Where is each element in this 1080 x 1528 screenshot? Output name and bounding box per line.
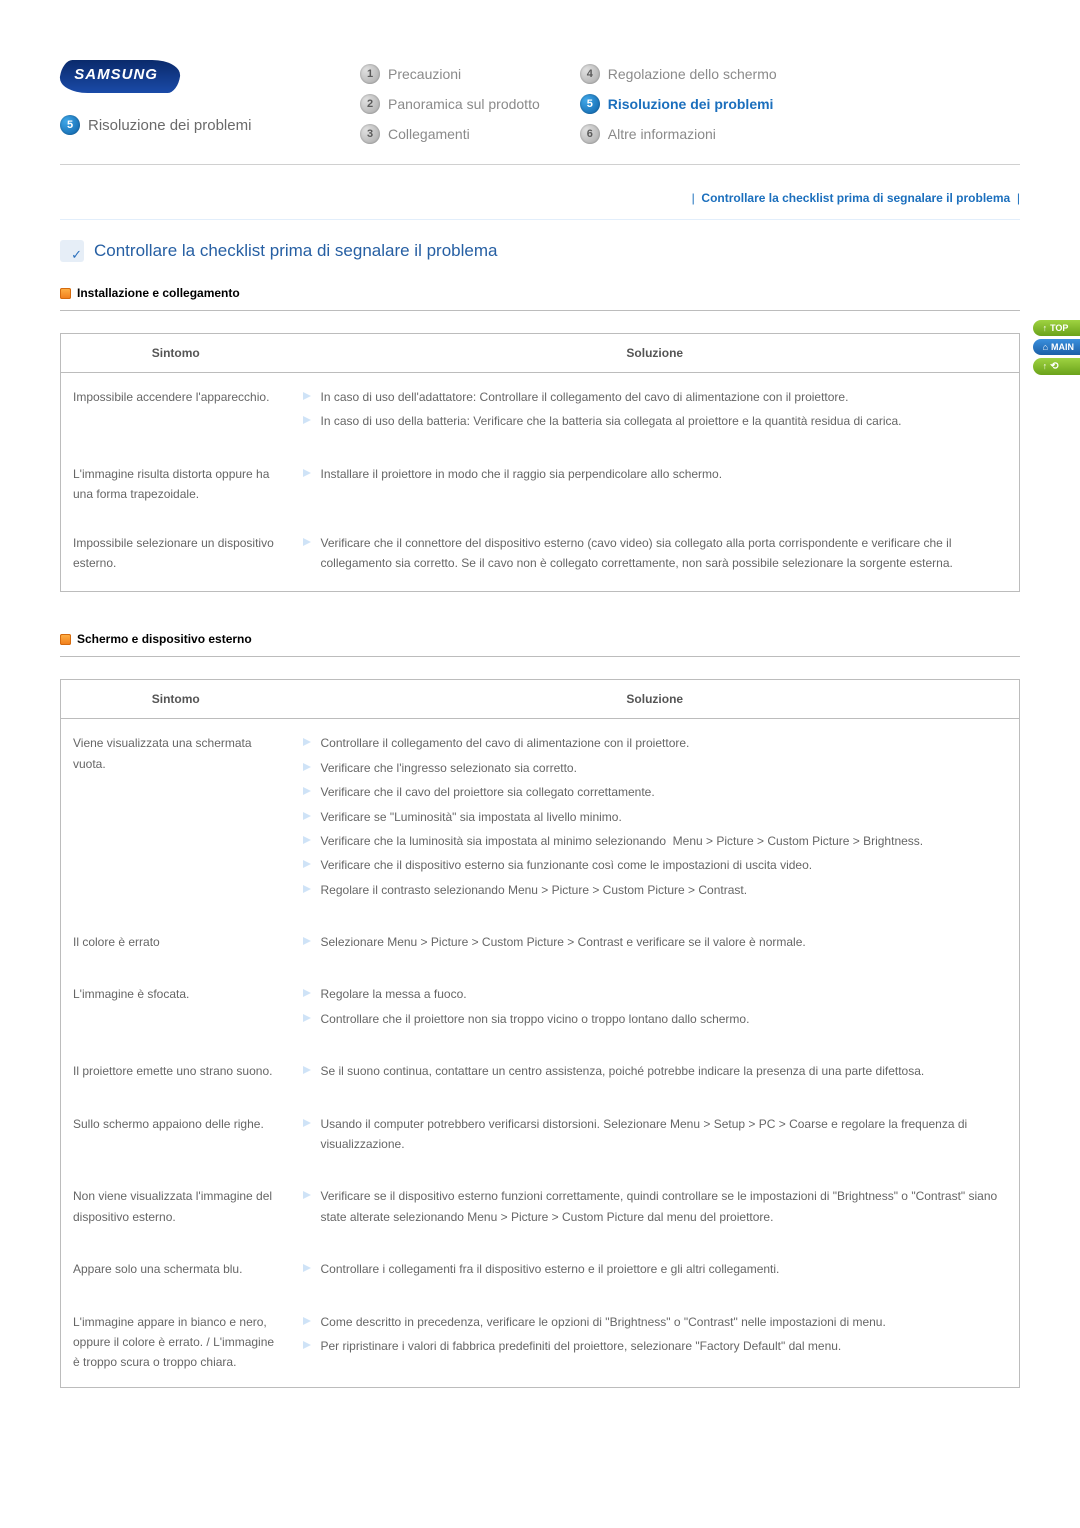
page-title-text: Risoluzione dei problemi xyxy=(88,117,251,134)
solution-cell: Controllare il collegamento del cavo di … xyxy=(291,719,1020,918)
troubleshoot-table: SintomoSoluzioneViene visualizzata una s… xyxy=(60,679,1020,1387)
nav-number-badge: 2 xyxy=(360,94,380,114)
table-row: L'immagine è sfocata.Regolare la messa a… xyxy=(61,970,1020,1047)
nav-number-badge: 5 xyxy=(580,94,600,114)
solution-item: Come descritto in precedenza, verificare… xyxy=(303,1312,1008,1332)
col-symptom: Sintomo xyxy=(61,680,291,719)
nav-item-label: Altre informazioni xyxy=(608,126,716,142)
col-solution: Soluzione xyxy=(291,680,1020,719)
col-symptom: Sintomo xyxy=(61,334,291,373)
solution-item: Verificare che il connettore del disposi… xyxy=(303,533,1008,574)
solution-item: Regolare la messa a fuoco. xyxy=(303,984,1008,1004)
solution-item: Verificare che il dispositivo esterno si… xyxy=(303,855,1008,875)
solution-cell: Come descritto in precedenza, verificare… xyxy=(291,1298,1020,1388)
solution-item: Controllare il collegamento del cavo di … xyxy=(303,733,1008,753)
nav-item-label: Regolazione dello schermo xyxy=(608,66,777,82)
bullet-icon xyxy=(60,634,71,645)
solution-cell: Verificare se il dispositivo esterno fun… xyxy=(291,1172,1020,1245)
table-row: L'immagine appare in bianco e nero, oppu… xyxy=(61,1298,1020,1388)
table-row: Il colore è errato Selezionare Menu > Pic… xyxy=(61,918,1020,970)
table-row: L'immagine risulta distorta oppure ha un… xyxy=(61,450,1020,519)
solution-cell: In caso di uso dell'adattatore: Controll… xyxy=(291,373,1020,450)
solution-item: Installare il proiettore in modo che il … xyxy=(303,464,1008,484)
nav-item-5[interactable]: 5 Risoluzione dei problemi xyxy=(580,94,777,114)
symptom-cell: L'immagine risulta distorta oppure ha un… xyxy=(61,450,291,519)
solution-item: Controllare che il proiettore non sia tr… xyxy=(303,1009,1008,1029)
solution-cell: Installare il proiettore in modo che il … xyxy=(291,450,1020,519)
solution-cell: Regolare la messa a fuoco. Controllare ch… xyxy=(291,970,1020,1047)
table-row: Viene visualizzata una schermata vuota. C… xyxy=(61,719,1020,918)
side-main-button[interactable]: ⌂MAIN xyxy=(1033,339,1080,355)
page-title: 5 Risoluzione dei problemi xyxy=(60,115,360,135)
bullet-icon xyxy=(60,288,71,299)
col-solution: Soluzione xyxy=(291,334,1020,373)
breadcrumb-link[interactable]: Controllare la checklist prima di segnal… xyxy=(701,191,1010,205)
section-heading-text: Controllare la checklist prima di segnal… xyxy=(94,241,497,261)
symptom-cell: Impossibile accendere l'apparecchio. xyxy=(61,373,291,450)
checklist-icon xyxy=(60,240,84,262)
nav-item-3[interactable]: 3 Collegamenti xyxy=(360,124,540,144)
nav-item-label: Panoramica sul prodotto xyxy=(388,96,540,112)
table-row: Sullo schermo appaiono delle righe. Usand… xyxy=(61,1100,1020,1173)
nav-item-label: Precauzioni xyxy=(388,66,461,82)
symptom-cell: L'immagine appare in bianco e nero, oppu… xyxy=(61,1298,291,1388)
solution-item: In caso di uso della batteria: Verificar… xyxy=(303,411,1008,431)
troubleshoot-table: SintomoSoluzioneImpossibile accendere l'… xyxy=(60,333,1020,592)
side-ext-button[interactable]: ↑⟲ xyxy=(1033,358,1080,375)
solution-item: Per ripristinare i valori di fabbrica pr… xyxy=(303,1336,1008,1356)
symptom-cell: Non viene visualizzata l'immagine del di… xyxy=(61,1172,291,1245)
table-row: Appare solo una schermata blu. Controllar… xyxy=(61,1245,1020,1297)
solution-cell: Usando il computer potrebbero verificars… xyxy=(291,1100,1020,1173)
symptom-cell: L'immagine è sfocata. xyxy=(61,970,291,1047)
subsection-title: Installazione e collegamento xyxy=(77,286,240,300)
table-row: Impossibile accendere l'apparecchio. In c… xyxy=(61,373,1020,450)
symptom-cell: Il colore è errato xyxy=(61,918,291,970)
nav-number-badge: 4 xyxy=(580,64,600,84)
subsection-title: Schermo e dispositivo esterno xyxy=(77,632,252,646)
symptom-cell: Impossibile selezionare un dispositivo e… xyxy=(61,519,291,592)
symptom-cell: Appare solo una schermata blu. xyxy=(61,1245,291,1297)
samsung-logo: SAMSUNG xyxy=(58,60,182,93)
solution-item: Verificare che la luminosità sia imposta… xyxy=(303,831,1008,851)
solution-item: In caso di uso dell'adattatore: Controll… xyxy=(303,387,1008,407)
nav-item-6[interactable]: 6 Altre informazioni xyxy=(580,124,777,144)
nav-item-label: Risoluzione dei problemi xyxy=(608,96,774,112)
solution-item: Regolare il contrasto selezionando Menu … xyxy=(303,880,1008,900)
side-nav: ↑TOP ⌂MAIN ↑⟲ xyxy=(1033,320,1080,375)
section-heading: Controllare la checklist prima di segnal… xyxy=(60,240,1020,262)
solution-item: Controllare i collegamenti fra il dispos… xyxy=(303,1259,1008,1279)
solution-cell: Selezionare Menu > Picture > Custom Pict… xyxy=(291,918,1020,970)
symptom-cell: Sullo schermo appaiono delle righe. xyxy=(61,1100,291,1173)
solution-item: Selezionare Menu > Picture > Custom Pict… xyxy=(303,932,1008,952)
solution-item: Se il suono continua, contattare un cent… xyxy=(303,1061,1008,1081)
solution-cell: Verificare che il connettore del disposi… xyxy=(291,519,1020,592)
header: SAMSUNG 5 Risoluzione dei problemi 1 Prec… xyxy=(60,60,1020,165)
solution-cell: Se il suono continua, contattare un cent… xyxy=(291,1047,1020,1099)
nav-item-1[interactable]: 1 Precauzioni xyxy=(360,64,540,84)
solution-item: Usando il computer potrebbero verificars… xyxy=(303,1114,1008,1155)
page-number-badge: 5 xyxy=(60,115,80,135)
table-row: Non viene visualizzata l'immagine del di… xyxy=(61,1172,1020,1245)
table-row: Il proiettore emette uno strano suono. Se… xyxy=(61,1047,1020,1099)
solution-item: Verificare se il dispositivo esterno fun… xyxy=(303,1186,1008,1227)
solution-cell: Controllare i collegamenti fra il dispos… xyxy=(291,1245,1020,1297)
symptom-cell: Viene visualizzata una schermata vuota. xyxy=(61,719,291,918)
nav-number-badge: 1 xyxy=(360,64,380,84)
solution-item: Verificare che l'ingresso selezionato si… xyxy=(303,758,1008,778)
nav-item-label: Collegamenti xyxy=(388,126,470,142)
nav-item-4[interactable]: 4 Regolazione dello schermo xyxy=(580,64,777,84)
side-top-button[interactable]: ↑TOP xyxy=(1033,320,1080,336)
subsection-heading: Installazione e collegamento xyxy=(60,286,1020,311)
subsection-heading: Schermo e dispositivo esterno xyxy=(60,632,1020,657)
breadcrumb-row: | Controllare la checklist prima di segn… xyxy=(60,183,1020,220)
table-row: Impossibile selezionare un dispositivo e… xyxy=(61,519,1020,592)
symptom-cell: Il proiettore emette uno strano suono. xyxy=(61,1047,291,1099)
solution-item: Verificare che il cavo del proiettore si… xyxy=(303,782,1008,802)
nav-item-2[interactable]: 2 Panoramica sul prodotto xyxy=(360,94,540,114)
solution-item: Verificare se "Luminosità" sia impostata… xyxy=(303,807,1008,827)
nav-number-badge: 6 xyxy=(580,124,600,144)
top-nav: 1 Precauzioni 2 Panoramica sul prodotto 3 Col… xyxy=(360,60,1020,144)
nav-number-badge: 3 xyxy=(360,124,380,144)
